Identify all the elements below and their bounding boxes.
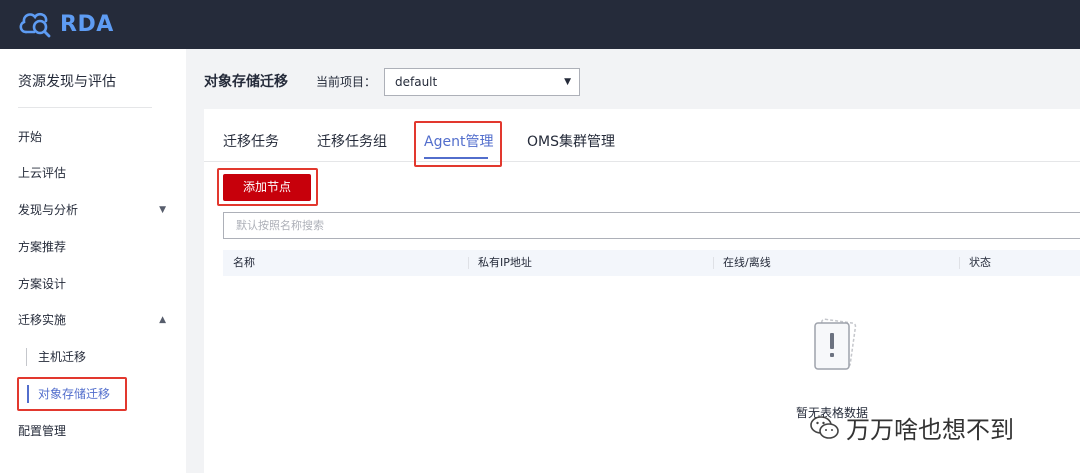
sidebar-item-label: 对象存储迁移 xyxy=(38,387,111,401)
rda-logo[interactable]: RDA xyxy=(18,10,114,38)
sidebar-item-solution-recommendation[interactable]: 方案推荐 xyxy=(18,237,178,257)
page-title: 对象存储迁移 xyxy=(204,74,288,90)
sidebar-item-label: 开始 xyxy=(18,130,43,144)
wechat-icon xyxy=(810,415,839,439)
tab-bar: 迁移任务 迁移任务组 Agent管理 OMS集群管理 xyxy=(204,109,1080,167)
sidebar-item-config-management[interactable]: 配置管理 xyxy=(18,421,178,441)
column-header-name[interactable]: 名称 xyxy=(233,250,255,276)
search-input[interactable] xyxy=(223,212,1080,239)
chevron-down-icon: ▼ xyxy=(564,77,571,87)
sidebar-item-label: 配置管理 xyxy=(18,424,67,438)
sidebar-item-label: 迁移实施 xyxy=(18,313,67,327)
column-header-status[interactable]: 状态 xyxy=(969,250,991,276)
submenu-guide-line xyxy=(26,348,27,366)
empty-state-icon xyxy=(809,317,861,381)
sidebar-item-migration-implementation[interactable]: 迁移实施 ▲ xyxy=(18,310,178,330)
sidebar-item-object-storage-migration[interactable]: 对象存储迁移 xyxy=(38,384,110,404)
column-divider xyxy=(959,257,960,269)
cloud-search-icon xyxy=(19,12,51,38)
sidebar-item-label: 上云评估 xyxy=(18,166,67,180)
table-header: 名称 私有IP地址 在线/离线 状态 xyxy=(223,250,1080,276)
project-label: 当前项目： xyxy=(316,75,377,89)
sidebar-item-label: 主机迁移 xyxy=(38,350,87,364)
column-header-private-ip[interactable]: 私有IP地址 xyxy=(478,250,532,276)
highlight-box-agent-tab xyxy=(414,121,502,167)
column-header-online-status[interactable]: 在线/离线 xyxy=(723,250,771,276)
sidebar-item-label: 方案设计 xyxy=(18,277,67,291)
project-select-value: default xyxy=(395,75,438,89)
sidebar-item-solution-design[interactable]: 方案设计 xyxy=(18,274,178,294)
add-node-button[interactable]: 添加节点 xyxy=(223,174,311,201)
brand-name: RDA xyxy=(60,11,114,37)
sidebar-item-discovery-analysis[interactable]: 发现与分析 ▼ xyxy=(18,200,178,220)
chevron-down-icon: ▼ xyxy=(159,205,166,215)
column-divider xyxy=(468,257,469,269)
sidebar-item-label: 发现与分析 xyxy=(18,203,79,217)
project-select[interactable]: default ▼ xyxy=(384,68,580,96)
chevron-up-icon: ▲ xyxy=(159,315,166,325)
sidebar-item-host-migration[interactable]: 主机迁移 xyxy=(38,347,86,367)
page-header: 对象存储迁移 当前项目： default ▼ xyxy=(186,49,1080,109)
sidebar-item-start[interactable]: 开始 xyxy=(18,127,178,147)
sidebar-item-cloud-assessment[interactable]: 上云评估 xyxy=(18,163,178,183)
sidebar-divider xyxy=(18,107,152,108)
column-divider xyxy=(713,257,714,269)
tab-oms-cluster-management[interactable]: OMS集群管理 xyxy=(527,132,615,152)
tab-migration-tasks[interactable]: 迁移任务 xyxy=(223,132,279,152)
top-navigation-bar: RDA xyxy=(0,0,1080,49)
active-indicator xyxy=(27,385,29,403)
sidebar: 资源发现与评估 开始 上云评估 发现与分析 ▼ 方案推荐 方案设计 迁移实施 ▲ 主… xyxy=(0,49,186,473)
watermark: 万万啥也想不到 xyxy=(810,410,1014,445)
sidebar-title: 资源发现与评估 xyxy=(18,74,116,90)
sidebar-item-label: 方案推荐 xyxy=(18,240,67,254)
watermark-text: 万万啥也想不到 xyxy=(846,416,1014,444)
tab-migration-task-groups[interactable]: 迁移任务组 xyxy=(317,132,387,152)
